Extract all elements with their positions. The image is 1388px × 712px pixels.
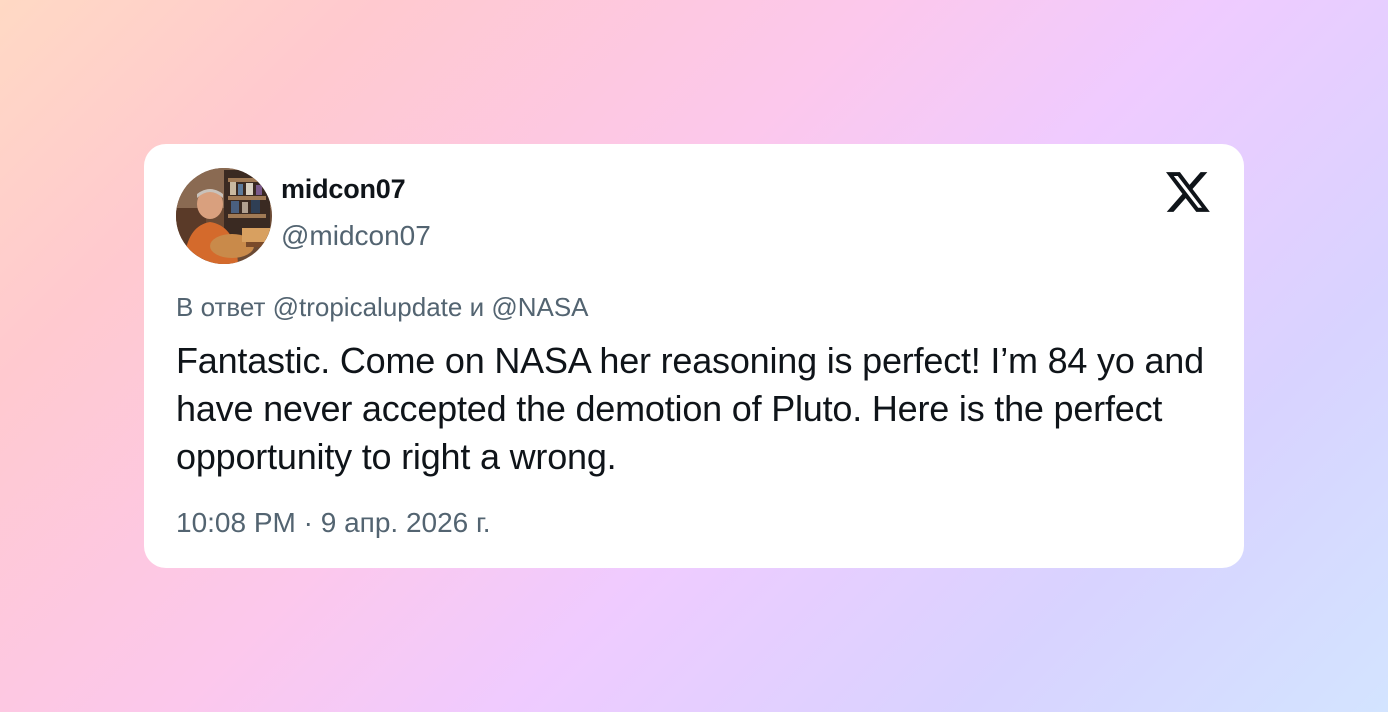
reply-context: В ответ @tropicalupdate и @NASA [176, 292, 589, 322]
avatar-photo [176, 168, 272, 264]
tweet-card: midcon07 @midcon07 В ответ @tropicalupda… [144, 144, 1244, 568]
display-name[interactable]: midcon07 [281, 174, 406, 205]
tweet-text: Fantastic. Come on NASA her reasoning is… [176, 340, 1204, 477]
x-logo-icon-glyph [1166, 172, 1210, 212]
tweet-timestamp[interactable]: 10:08 PM · 9 апр. 2026 г. [176, 507, 491, 539]
avatar[interactable] [176, 168, 272, 264]
x-logo-icon[interactable] [1166, 172, 1210, 212]
user-handle[interactable]: @midcon07 [281, 220, 431, 252]
